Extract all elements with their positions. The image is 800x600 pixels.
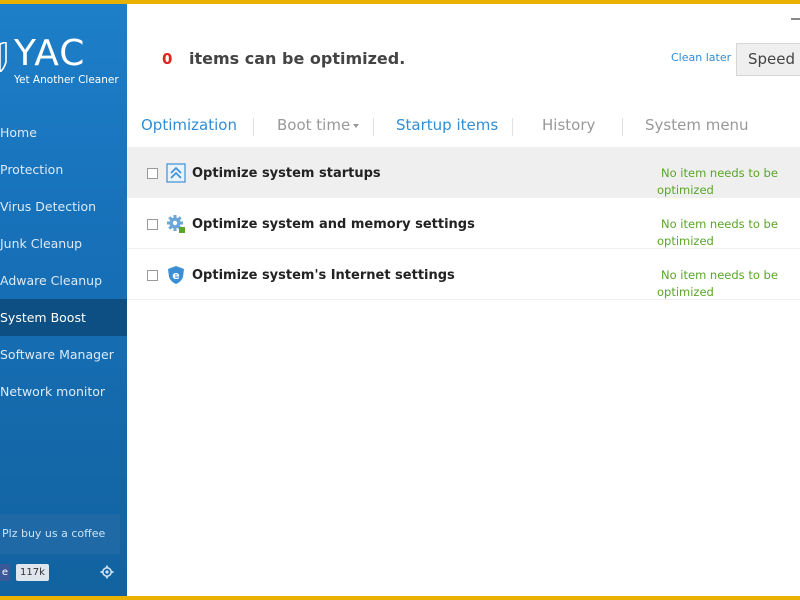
row-title: Optimize system's Internet settings <box>192 268 455 283</box>
row-title: Optimize system and memory settings <box>192 217 475 232</box>
sidebar-item-system-boost[interactable]: System Boost <box>0 299 127 336</box>
buy-coffee-button[interactable]: Plz buy us a coffee <box>0 514 120 554</box>
settings-gear-icon[interactable] <box>100 565 114 579</box>
sidebar-item-virus-detection[interactable]: Virus Detection <box>0 188 127 225</box>
sidebar-item-protection[interactable]: Protection <box>0 151 127 188</box>
like-count: 117k <box>16 564 49 581</box>
social-row: e 117k <box>0 564 127 582</box>
logo-text: YAC <box>14 33 86 74</box>
shield-logo-icon <box>0 42 7 72</box>
chevron-down-icon <box>353 123 360 128</box>
list-item[interactable]: e Optimize system's Internet settings No… <box>127 249 800 300</box>
sidebar-item-adware-cleanup[interactable]: Adware Cleanup <box>0 262 127 299</box>
row-checkbox[interactable] <box>147 219 158 230</box>
tab-system-menu[interactable]: System menu <box>645 116 749 134</box>
tab-optimization[interactable]: Optimization <box>141 116 237 134</box>
tab-boot-time[interactable]: Boot time <box>277 116 360 134</box>
internet-shield-icon: e <box>168 266 184 284</box>
gear-icon <box>167 215 185 233</box>
sidebar-item-home[interactable]: Home <box>0 114 127 151</box>
row-checkbox[interactable] <box>147 168 158 179</box>
startup-arrows-icon <box>166 163 186 183</box>
row-status: No item needs to be optimized <box>657 217 778 248</box>
like-button[interactable]: e <box>0 564 10 581</box>
row-checkbox[interactable] <box>147 270 158 281</box>
minimize-icon[interactable] <box>791 18 800 20</box>
tab-separator <box>512 118 513 136</box>
header: 0 items can be optimized. Clean later Sp… <box>127 4 800 104</box>
sidebar-nav: Home Protection Virus Detection Junk Cle… <box>0 114 127 410</box>
row-title: Optimize system startups <box>192 166 381 181</box>
list-item[interactable]: Optimize system startups No item needs t… <box>127 147 800 198</box>
sidebar-item-junk-cleanup[interactable]: Junk Cleanup <box>0 225 127 262</box>
row-status: No item needs to be optimized <box>657 268 778 299</box>
row-status: No item needs to be optimized <box>657 166 778 197</box>
tab-history[interactable]: History <box>542 116 595 134</box>
optimizable-text: items can be optimized. <box>189 49 406 68</box>
app-window: YAC Yet Another Cleaner Home Protection … <box>0 4 800 596</box>
tab-boot-time-label: Boot time <box>277 116 351 134</box>
tab-bar: Optimization Boot time Startup items His… <box>127 104 800 147</box>
optimization-list: Optimize system startups No item needs t… <box>127 147 800 300</box>
list-item[interactable]: Optimize system and memory settings No i… <box>127 198 800 249</box>
optimizable-count: 0 <box>162 50 173 68</box>
sidebar-item-network-monitor[interactable]: Network monitor <box>0 373 127 410</box>
sidebar-item-software-manager[interactable]: Software Manager <box>0 336 127 373</box>
tab-separator <box>373 118 374 136</box>
tab-startup-items[interactable]: Startup items <box>396 116 498 134</box>
clean-later-link[interactable]: Clean later <box>671 51 731 64</box>
sidebar: YAC Yet Another Cleaner Home Protection … <box>0 4 127 596</box>
svg-text:e: e <box>172 269 179 282</box>
speed-up-button[interactable]: Speed up <box>736 43 800 76</box>
tab-separator <box>622 118 623 136</box>
app-logo: YAC Yet Another Cleaner <box>0 34 127 94</box>
logo-tagline: Yet Another Cleaner <box>14 74 119 86</box>
tab-separator <box>253 118 254 136</box>
